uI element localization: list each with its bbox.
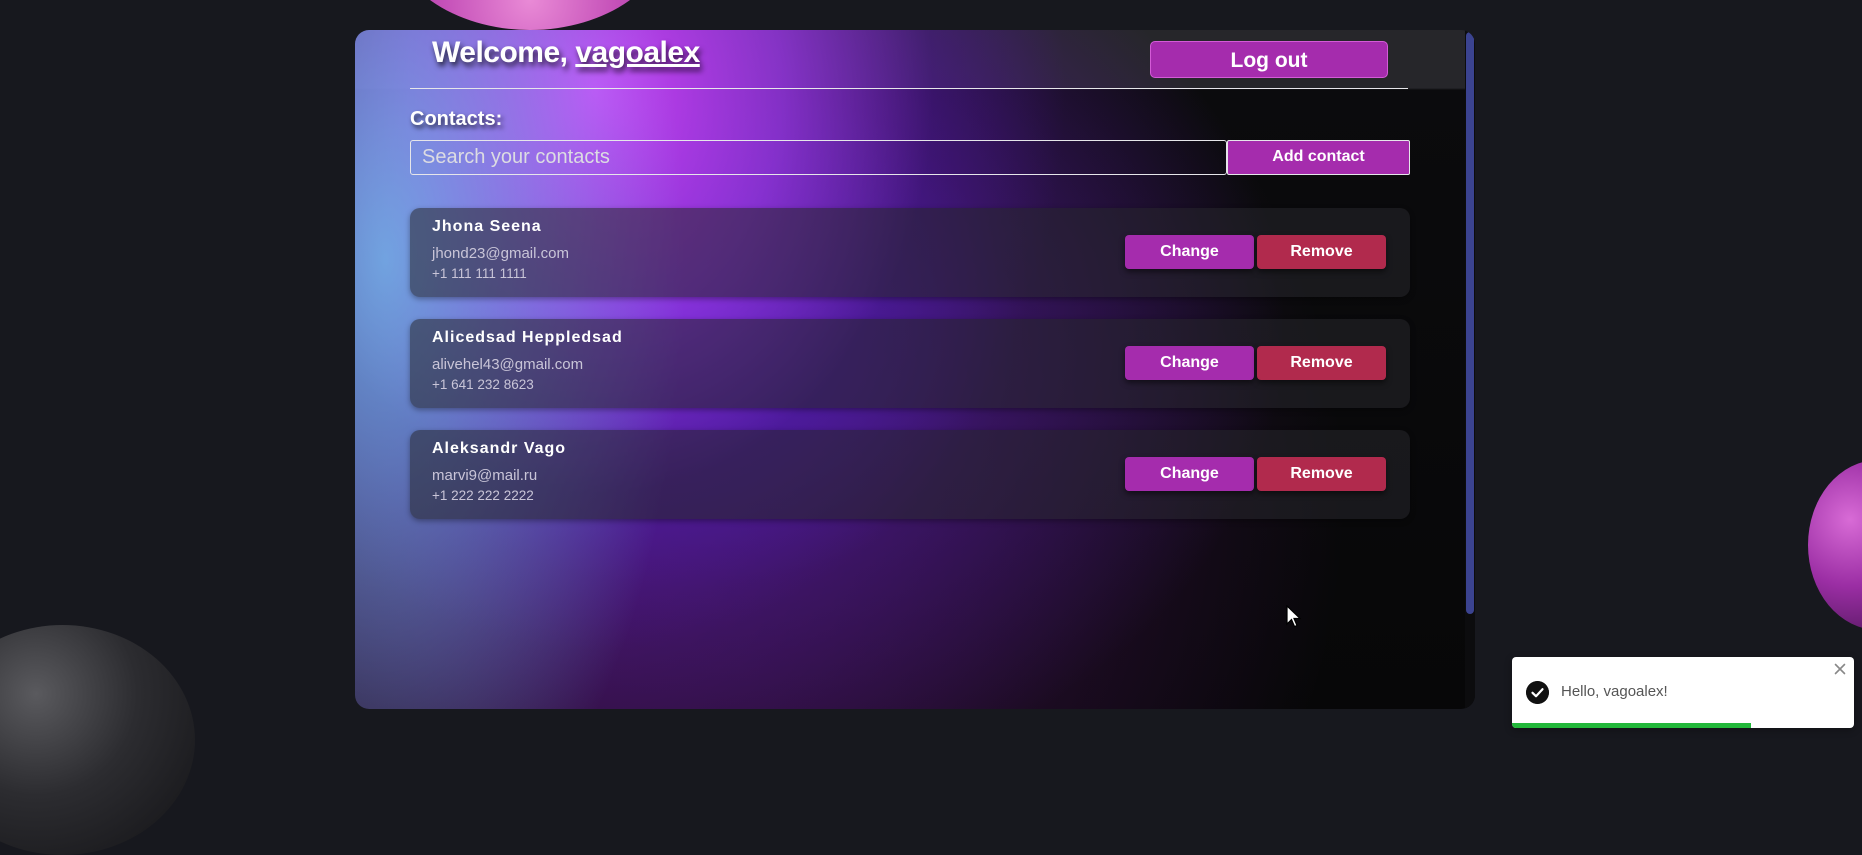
- change-contact-button[interactable]: Change: [1125, 235, 1254, 269]
- contact-email: marvi9@mail.ru: [432, 467, 538, 484]
- close-icon[interactable]: [1834, 663, 1846, 675]
- toast-progress-bar: [1512, 723, 1752, 728]
- contact-name: Alicedsad Heppledsad: [432, 329, 623, 346]
- contact-card: Aleksandr Vago marvi9@mail.ru +1 222 222…: [410, 430, 1410, 519]
- contact-name: Aleksandr Vago: [432, 440, 567, 457]
- contact-card: Jhona Seena jhond23@gmail.com +1 111 111…: [410, 208, 1410, 297]
- remove-contact-button[interactable]: Remove: [1257, 346, 1386, 380]
- contact-phone: +1 641 232 8623: [432, 377, 534, 392]
- contact-phone: +1 222 222 2222: [432, 488, 534, 503]
- remove-contact-button[interactable]: Remove: [1257, 457, 1386, 491]
- mouse-pointer-icon: [1286, 605, 1302, 628]
- contact-card: Alicedsad Heppledsad alivehel43@gmail.co…: [410, 319, 1410, 408]
- username-link[interactable]: vagoalex: [575, 36, 700, 69]
- contact-email: jhond23@gmail.com: [432, 245, 569, 262]
- app-header: Welcome, vagoalex Log out: [410, 30, 1408, 89]
- toast-message: Hello, vagoalex!: [1561, 683, 1668, 700]
- welcome-prefix: Welcome,: [432, 36, 568, 69]
- scrollbar[interactable]: [1465, 30, 1475, 709]
- change-contact-button[interactable]: Change: [1125, 457, 1254, 491]
- change-contact-button[interactable]: Change: [1125, 346, 1254, 380]
- add-contact-button[interactable]: Add contact: [1227, 140, 1410, 175]
- contacts-panel: Welcome, vagoalex Log out Contacts: Add …: [355, 30, 1475, 709]
- contact-name: Jhona Seena: [432, 218, 542, 235]
- contact-phone: +1 111 111 1111: [432, 266, 527, 281]
- background-sphere-left: [0, 625, 195, 855]
- background-sphere-right: [1808, 460, 1862, 630]
- scrollbar-thumb[interactable]: [1466, 32, 1474, 614]
- toast-notification: Hello, vagoalex!: [1512, 657, 1854, 728]
- remove-contact-button[interactable]: Remove: [1257, 235, 1386, 269]
- welcome-heading: Welcome, vagoalex: [432, 36, 700, 70]
- search-input[interactable]: [410, 140, 1227, 175]
- logout-button[interactable]: Log out: [1150, 41, 1388, 78]
- check-circle-icon: [1526, 681, 1549, 704]
- contact-email: alivehel43@gmail.com: [432, 356, 584, 373]
- background-sphere-top: [390, 0, 670, 30]
- contacts-heading: Contacts:: [410, 108, 503, 130]
